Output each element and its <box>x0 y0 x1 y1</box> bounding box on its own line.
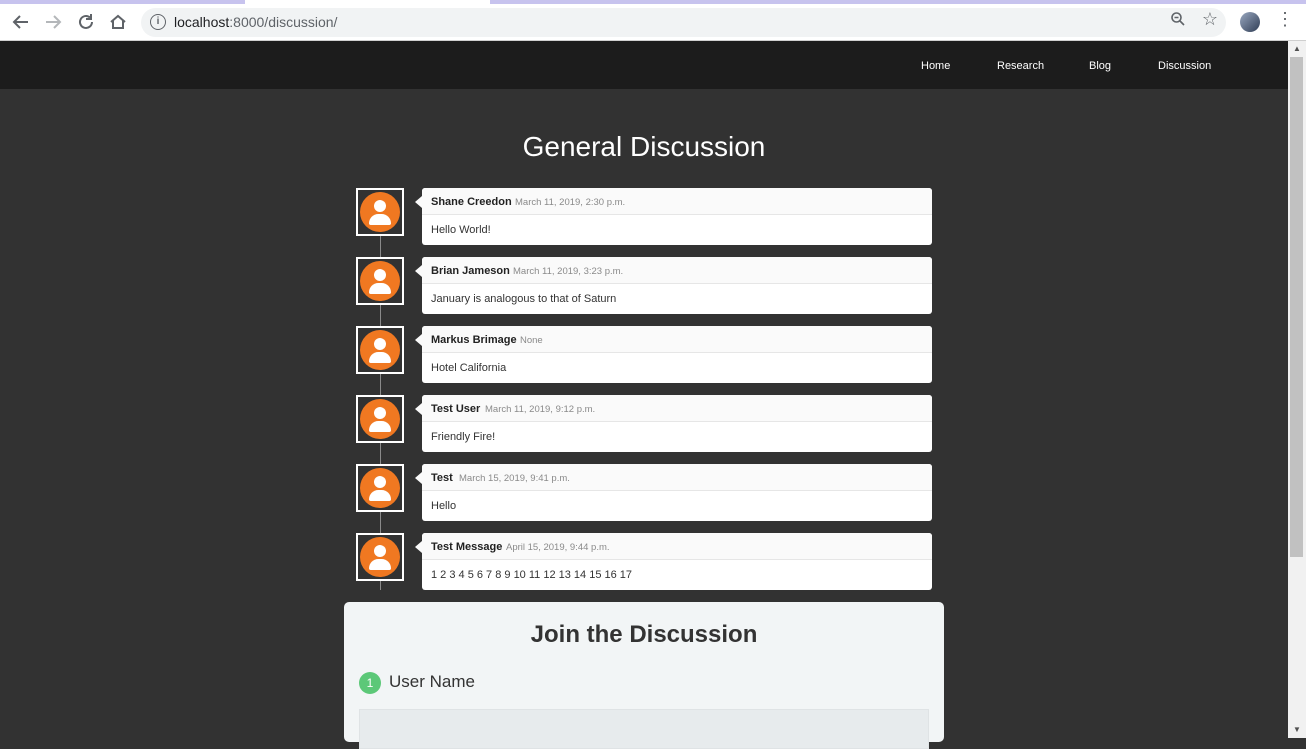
comment-author: Test <box>431 472 453 484</box>
scroll-up-icon[interactable]: ▲ <box>1288 41 1306 57</box>
comment-body: 1 2 3 4 5 6 7 8 9 10 11 12 13 14 15 16 1… <box>431 569 633 581</box>
comment-header: Test User March 11, 2019, 9:12 p.m. <box>422 395 932 422</box>
avatar <box>356 326 404 374</box>
comment-item: Shane Creedon March 11, 2019, 2:30 p.m. … <box>356 188 932 245</box>
url-path: :8000/discussion/ <box>229 14 338 30</box>
address-bar[interactable]: i localhost:8000/discussion/ ☆ <box>141 8 1226 37</box>
comment-header: Test March 15, 2019, 9:41 p.m. <box>422 464 932 491</box>
page-title: General Discussion <box>522 131 766 162</box>
kebab-menu-icon[interactable]: ⋮ <box>1276 9 1294 30</box>
username-label: User Name <box>389 672 475 691</box>
user-icon <box>360 261 400 301</box>
user-icon <box>360 537 400 577</box>
user-icon <box>360 468 400 508</box>
join-discussion-panel: Join the Discussion 1 User Name <box>344 602 944 749</box>
comment-body: Hotel California <box>431 362 507 374</box>
avatar <box>356 464 404 512</box>
comment-box: Brian Jameson March 11, 2019, 3:23 p.m. … <box>415 257 932 314</box>
comment-header: Markus Brimage None <box>422 326 932 353</box>
comment-author: Markus Brimage <box>431 334 517 346</box>
comment-time: None <box>520 335 543 346</box>
comment-box: Test Message April 15, 2019, 9:44 p.m. 1… <box>415 533 932 590</box>
comment-box: Test March 15, 2019, 9:41 p.m. Hello <box>415 464 932 521</box>
comment-time: March 11, 2019, 2:30 p.m. <box>515 197 626 208</box>
scrollbar-thumb[interactable] <box>1290 57 1303 557</box>
home-icon[interactable] <box>104 8 132 36</box>
username-input[interactable] <box>359 709 929 749</box>
avatar <box>356 533 404 581</box>
comment-time: April 15, 2019, 9:44 p.m. <box>506 542 610 553</box>
nav-research[interactable]: Research <box>997 60 1044 72</box>
comment-body: Friendly Fire! <box>431 431 496 443</box>
comment-item: Test March 15, 2019, 9:41 p.m. Hello <box>356 464 932 521</box>
zoom-icon[interactable] <box>1170 11 1186 32</box>
comment-item: Test Message April 15, 2019, 9:44 p.m. 1… <box>356 533 932 590</box>
comment-body: Hello World! <box>431 224 491 236</box>
comment-author: Test User <box>431 403 481 415</box>
nav-home[interactable]: Home <box>921 60 950 72</box>
reload-icon[interactable] <box>72 8 100 36</box>
info-icon[interactable]: i <box>150 14 166 30</box>
user-icon <box>360 192 400 232</box>
forward-icon[interactable] <box>39 8 67 36</box>
comment-box: Test User March 11, 2019, 9:12 p.m. Frie… <box>415 395 932 452</box>
page-scrollbar[interactable]: ▲ ▼ <box>1288 41 1306 738</box>
comment-header: Test Message April 15, 2019, 9:44 p.m. <box>422 533 932 560</box>
comment-header: Brian Jameson March 11, 2019, 3:23 p.m. <box>422 257 932 284</box>
avatar <box>356 395 404 443</box>
star-icon[interactable]: ☆ <box>1202 9 1218 30</box>
nav-blog[interactable]: Blog <box>1089 60 1111 72</box>
comment-item: Test User March 11, 2019, 9:12 p.m. Frie… <box>356 395 932 452</box>
comment-author: Shane Creedon <box>431 196 512 208</box>
site-navbar: Home Research Blog Discussion <box>0 41 1288 89</box>
step-number-badge: 1 <box>359 672 381 694</box>
comment-header: Shane Creedon March 11, 2019, 2:30 p.m. <box>422 188 932 215</box>
profile-avatar[interactable] <box>1240 12 1260 32</box>
avatar <box>356 188 404 236</box>
comment-time: March 15, 2019, 9:41 p.m. <box>459 473 570 484</box>
comment-time: March 11, 2019, 3:23 p.m. <box>513 266 624 277</box>
user-icon <box>360 330 400 370</box>
comment-body: January is analogous to that of Saturn <box>431 293 617 305</box>
comment-author: Brian Jameson <box>431 265 510 277</box>
url-text[interactable]: localhost:8000/discussion/ <box>174 14 337 30</box>
comment-box: Shane Creedon March 11, 2019, 2:30 p.m. … <box>415 188 932 245</box>
comment-item: Markus Brimage None Hotel California <box>356 326 932 383</box>
avatar <box>356 257 404 305</box>
url-host: localhost <box>174 14 230 30</box>
comment-box: Markus Brimage None Hotel California <box>415 326 932 383</box>
comment-item: Brian Jameson March 11, 2019, 3:23 p.m. … <box>356 257 932 314</box>
comment-author: Test Message <box>431 541 503 553</box>
nav-discussion[interactable]: Discussion <box>1158 60 1211 72</box>
browser-toolbar: i localhost:8000/discussion/ ☆ ⋮ <box>0 4 1306 41</box>
scroll-down-icon[interactable]: ▼ <box>1288 722 1306 738</box>
join-title: Join the Discussion <box>530 621 758 648</box>
comment-body: Hello <box>431 500 457 512</box>
back-icon[interactable] <box>7 8 35 36</box>
comment-time: March 11, 2019, 9:12 p.m. <box>485 404 596 415</box>
user-icon <box>360 399 400 439</box>
